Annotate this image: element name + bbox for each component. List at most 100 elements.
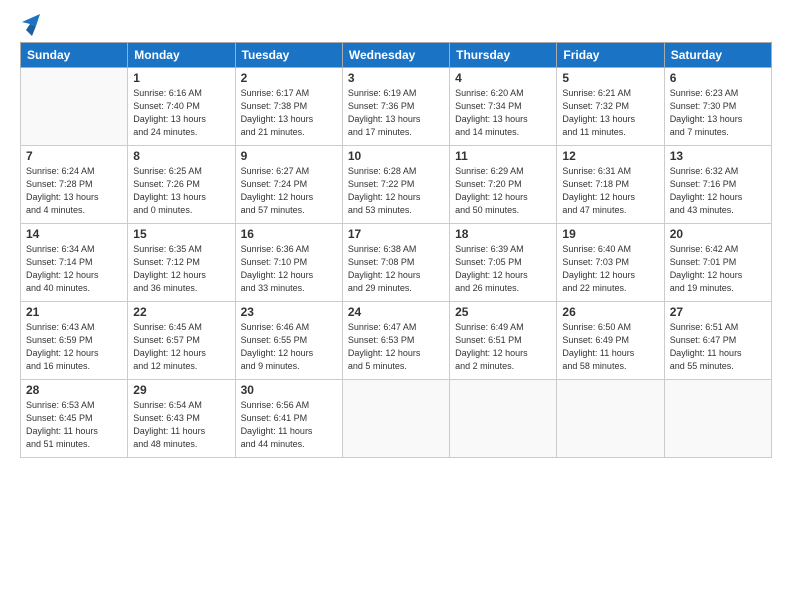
cell-day-number: 13 xyxy=(670,149,766,163)
cell-day-number: 6 xyxy=(670,71,766,85)
calendar-cell: 21 Sunrise: 6:43 AM Sunset: 6:59 PM Dayli… xyxy=(21,302,128,380)
cell-day-number: 9 xyxy=(241,149,337,163)
cell-day-number: 17 xyxy=(348,227,444,241)
cell-day-number: 18 xyxy=(455,227,551,241)
cell-info-text: Sunrise: 6:32 AM Sunset: 7:16 PM Dayligh… xyxy=(670,165,766,217)
cell-day-number: 23 xyxy=(241,305,337,319)
page: SundayMondayTuesdayWednesdayThursdayFrid… xyxy=(0,0,792,612)
calendar-week-row: 1 Sunrise: 6:16 AM Sunset: 7:40 PM Daylig… xyxy=(21,68,772,146)
cell-info-text: Sunrise: 6:47 AM Sunset: 6:53 PM Dayligh… xyxy=(348,321,444,373)
cell-day-number: 11 xyxy=(455,149,551,163)
calendar-cell: 18 Sunrise: 6:39 AM Sunset: 7:05 PM Dayli… xyxy=(450,224,557,302)
weekday-header: Tuesday xyxy=(235,43,342,68)
cell-day-number: 20 xyxy=(670,227,766,241)
header xyxy=(20,18,772,32)
weekday-header: Saturday xyxy=(664,43,771,68)
calendar-cell: 29Sunrise: 6:54 AM Sunset: 6:43 PM Dayli… xyxy=(128,380,235,458)
weekday-header: Friday xyxy=(557,43,664,68)
cell-day-number: 19 xyxy=(562,227,658,241)
calendar-cell: 13 Sunrise: 6:32 AM Sunset: 7:16 PM Dayli… xyxy=(664,146,771,224)
cell-day-number: 27 xyxy=(670,305,766,319)
cell-day-number: 12 xyxy=(562,149,658,163)
calendar-cell xyxy=(557,380,664,458)
calendar-cell xyxy=(664,380,771,458)
calendar-cell: 6 Sunrise: 6:23 AM Sunset: 7:30 PM Daylig… xyxy=(664,68,771,146)
calendar-header-row: SundayMondayTuesdayWednesdayThursdayFrid… xyxy=(21,43,772,68)
calendar-cell: 8 Sunrise: 6:25 AM Sunset: 7:26 PM Daylig… xyxy=(128,146,235,224)
cell-info-text: Sunrise: 6:20 AM Sunset: 7:34 PM Dayligh… xyxy=(455,87,551,139)
cell-info-text: Sunrise: 6:31 AM Sunset: 7:18 PM Dayligh… xyxy=(562,165,658,217)
cell-info-text: Sunrise: 6:43 AM Sunset: 6:59 PM Dayligh… xyxy=(26,321,122,373)
calendar-cell: 9 Sunrise: 6:27 AM Sunset: 7:24 PM Daylig… xyxy=(235,146,342,224)
calendar-cell: 14Sunrise: 6:34 AM Sunset: 7:14 PM Dayli… xyxy=(21,224,128,302)
cell-info-text: Sunrise: 6:28 AM Sunset: 7:22 PM Dayligh… xyxy=(348,165,444,217)
cell-day-number: 16 xyxy=(241,227,337,241)
calendar-week-row: 7 Sunrise: 6:24 AM Sunset: 7:28 PM Daylig… xyxy=(21,146,772,224)
calendar-cell: 7 Sunrise: 6:24 AM Sunset: 7:28 PM Daylig… xyxy=(21,146,128,224)
weekday-header: Sunday xyxy=(21,43,128,68)
cell-info-text: Sunrise: 6:24 AM Sunset: 7:28 PM Dayligh… xyxy=(26,165,122,217)
cell-day-number: 7 xyxy=(26,149,122,163)
cell-info-text: Sunrise: 6:40 AM Sunset: 7:03 PM Dayligh… xyxy=(562,243,658,295)
cell-day-number: 30 xyxy=(241,383,337,397)
weekday-header: Monday xyxy=(128,43,235,68)
cell-info-text: Sunrise: 6:45 AM Sunset: 6:57 PM Dayligh… xyxy=(133,321,229,373)
logo-bird-icon xyxy=(22,14,40,36)
calendar-cell: 16 Sunrise: 6:36 AM Sunset: 7:10 PM Dayli… xyxy=(235,224,342,302)
cell-info-text: Sunrise: 6:27 AM Sunset: 7:24 PM Dayligh… xyxy=(241,165,337,217)
cell-info-text: Sunrise: 6:23 AM Sunset: 7:30 PM Dayligh… xyxy=(670,87,766,139)
calendar-week-row: 28 Sunrise: 6:53 AM Sunset: 6:45 PM Dayli… xyxy=(21,380,772,458)
calendar-cell xyxy=(21,68,128,146)
calendar-cell: 1 Sunrise: 6:16 AM Sunset: 7:40 PM Daylig… xyxy=(128,68,235,146)
calendar-cell: 20Sunrise: 6:42 AM Sunset: 7:01 PM Dayli… xyxy=(664,224,771,302)
calendar-cell: 3 Sunrise: 6:19 AM Sunset: 7:36 PM Daylig… xyxy=(342,68,449,146)
cell-info-text: Sunrise: 6:53 AM Sunset: 6:45 PM Dayligh… xyxy=(26,399,122,451)
cell-info-text: Sunrise: 6:25 AM Sunset: 7:26 PM Dayligh… xyxy=(133,165,229,217)
cell-day-number: 26 xyxy=(562,305,658,319)
calendar-cell: 30 Sunrise: 6:56 AM Sunset: 6:41 PM Dayli… xyxy=(235,380,342,458)
cell-info-text: Sunrise: 6:35 AM Sunset: 7:12 PM Dayligh… xyxy=(133,243,229,295)
cell-info-text: Sunrise: 6:36 AM Sunset: 7:10 PM Dayligh… xyxy=(241,243,337,295)
calendar-cell: 10 Sunrise: 6:28 AM Sunset: 7:22 PM Dayli… xyxy=(342,146,449,224)
calendar-week-row: 21 Sunrise: 6:43 AM Sunset: 6:59 PM Dayli… xyxy=(21,302,772,380)
cell-day-number: 8 xyxy=(133,149,229,163)
calendar-cell: 12 Sunrise: 6:31 AM Sunset: 7:18 PM Dayli… xyxy=(557,146,664,224)
cell-info-text: Sunrise: 6:56 AM Sunset: 6:41 PM Dayligh… xyxy=(241,399,337,451)
calendar-table: SundayMondayTuesdayWednesdayThursdayFrid… xyxy=(20,42,772,458)
cell-day-number: 22 xyxy=(133,305,229,319)
calendar-cell: 23Sunrise: 6:46 AM Sunset: 6:55 PM Dayli… xyxy=(235,302,342,380)
calendar-week-row: 14Sunrise: 6:34 AM Sunset: 7:14 PM Dayli… xyxy=(21,224,772,302)
cell-info-text: Sunrise: 6:17 AM Sunset: 7:38 PM Dayligh… xyxy=(241,87,337,139)
cell-day-number: 21 xyxy=(26,305,122,319)
cell-info-text: Sunrise: 6:51 AM Sunset: 6:47 PM Dayligh… xyxy=(670,321,766,373)
calendar-cell: 4Sunrise: 6:20 AM Sunset: 7:34 PM Daylig… xyxy=(450,68,557,146)
calendar-cell xyxy=(342,380,449,458)
cell-info-text: Sunrise: 6:39 AM Sunset: 7:05 PM Dayligh… xyxy=(455,243,551,295)
cell-day-number: 1 xyxy=(133,71,229,85)
cell-info-text: Sunrise: 6:21 AM Sunset: 7:32 PM Dayligh… xyxy=(562,87,658,139)
calendar-cell: 19 Sunrise: 6:40 AM Sunset: 7:03 PM Dayli… xyxy=(557,224,664,302)
cell-day-number: 10 xyxy=(348,149,444,163)
calendar-cell: 26Sunrise: 6:50 AM Sunset: 6:49 PM Dayli… xyxy=(557,302,664,380)
cell-day-number: 14 xyxy=(26,227,122,241)
calendar-cell: 25Sunrise: 6:49 AM Sunset: 6:51 PM Dayli… xyxy=(450,302,557,380)
calendar-cell: 17 Sunrise: 6:38 AM Sunset: 7:08 PM Dayli… xyxy=(342,224,449,302)
cell-info-text: Sunrise: 6:16 AM Sunset: 7:40 PM Dayligh… xyxy=(133,87,229,139)
cell-day-number: 15 xyxy=(133,227,229,241)
cell-day-number: 2 xyxy=(241,71,337,85)
calendar-cell: 22 Sunrise: 6:45 AM Sunset: 6:57 PM Dayli… xyxy=(128,302,235,380)
cell-day-number: 24 xyxy=(348,305,444,319)
calendar-cell: 15 Sunrise: 6:35 AM Sunset: 7:12 PM Dayli… xyxy=(128,224,235,302)
cell-info-text: Sunrise: 6:38 AM Sunset: 7:08 PM Dayligh… xyxy=(348,243,444,295)
cell-info-text: Sunrise: 6:19 AM Sunset: 7:36 PM Dayligh… xyxy=(348,87,444,139)
calendar-cell xyxy=(450,380,557,458)
weekday-header: Wednesday xyxy=(342,43,449,68)
cell-day-number: 3 xyxy=(348,71,444,85)
calendar-cell: 24 Sunrise: 6:47 AM Sunset: 6:53 PM Dayli… xyxy=(342,302,449,380)
cell-info-text: Sunrise: 6:29 AM Sunset: 7:20 PM Dayligh… xyxy=(455,165,551,217)
cell-day-number: 25 xyxy=(455,305,551,319)
cell-day-number: 28 xyxy=(26,383,122,397)
weekday-header: Thursday xyxy=(450,43,557,68)
calendar-cell: 27 Sunrise: 6:51 AM Sunset: 6:47 PM Dayli… xyxy=(664,302,771,380)
calendar-cell: 11 Sunrise: 6:29 AM Sunset: 7:20 PM Dayli… xyxy=(450,146,557,224)
